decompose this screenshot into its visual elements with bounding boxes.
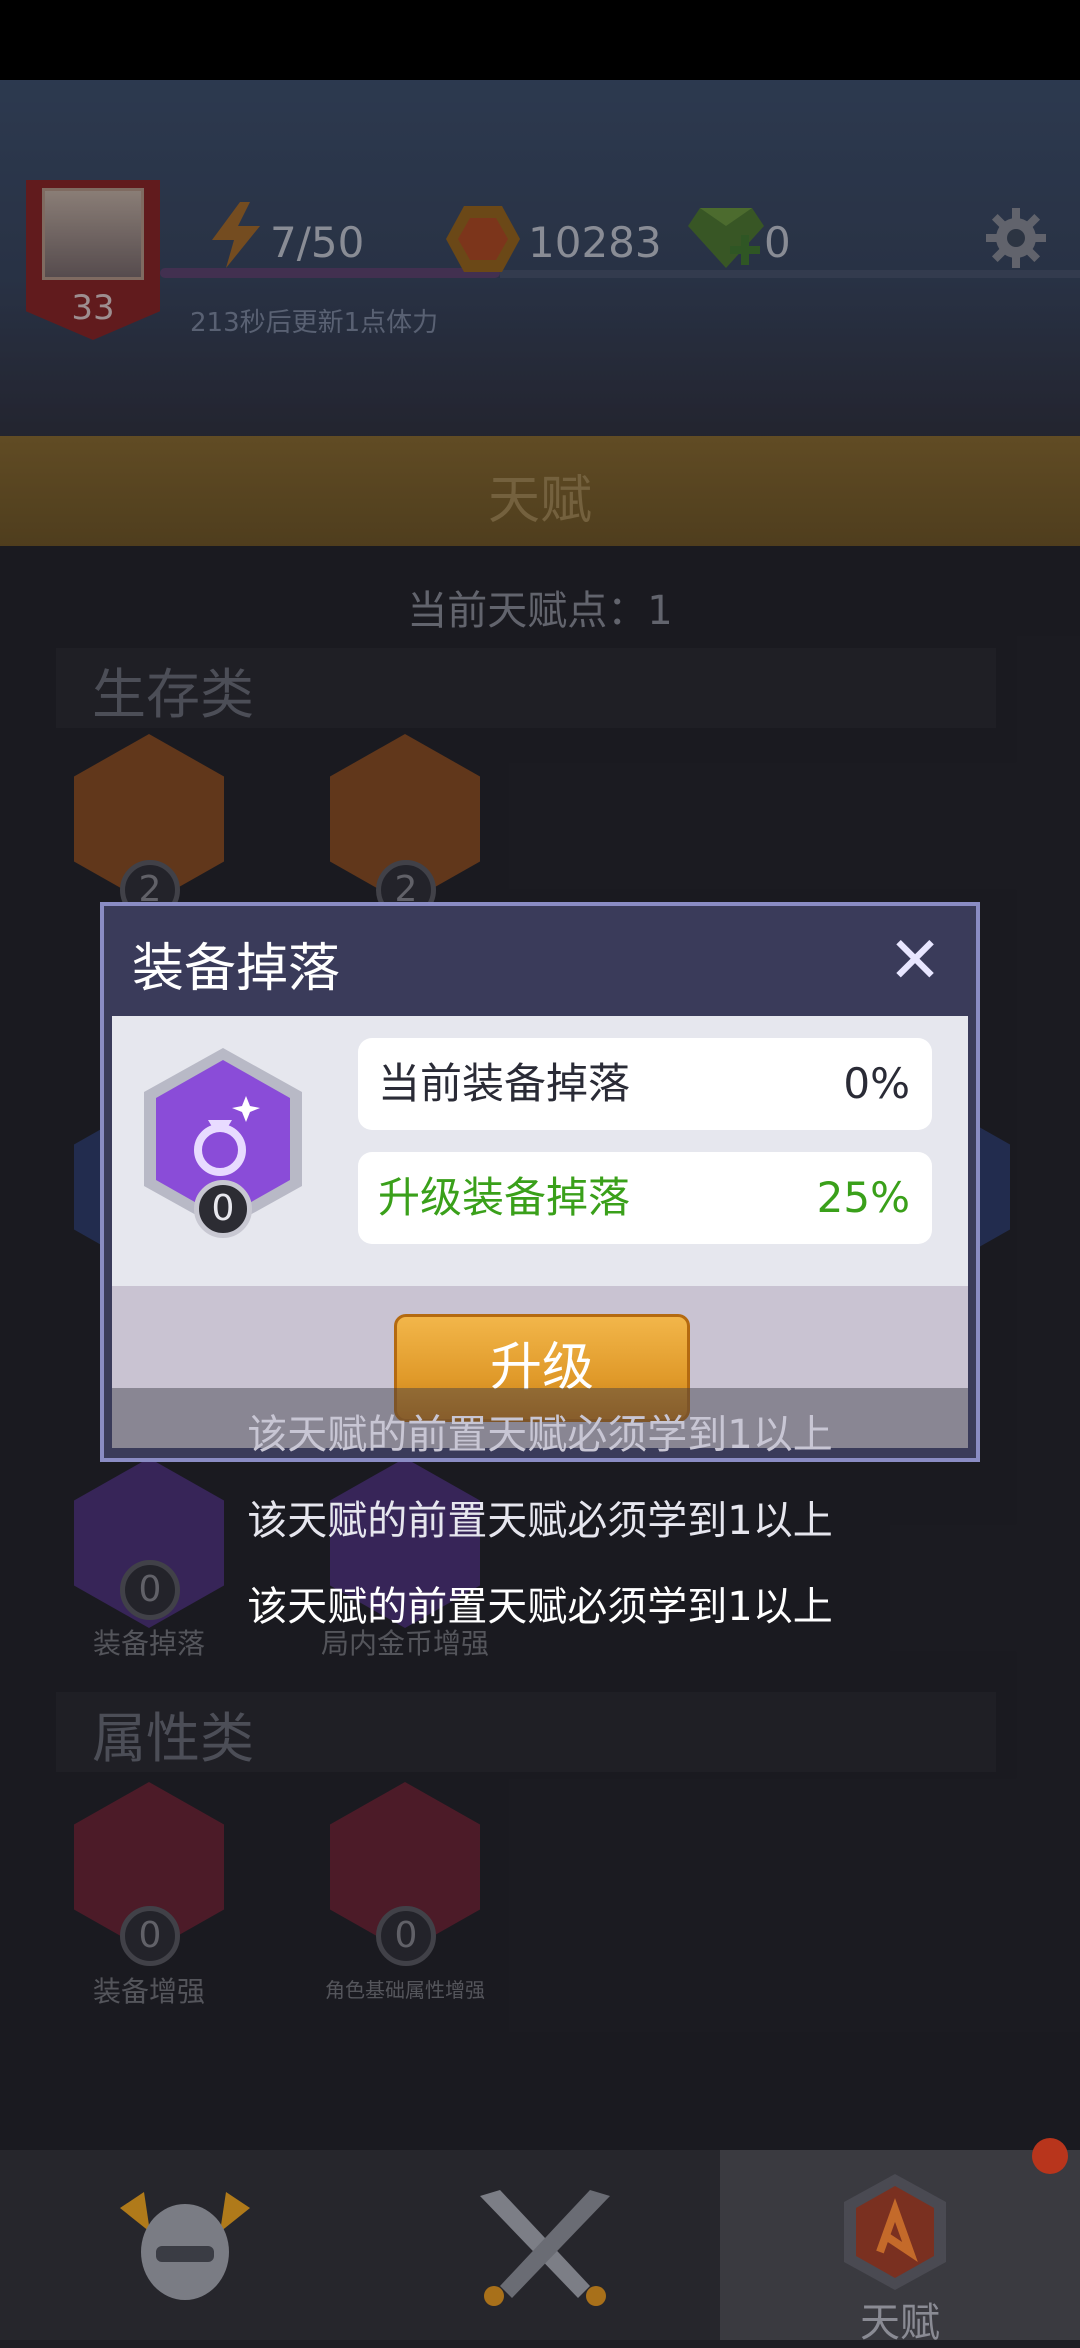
close-icon[interactable]: ✕ (880, 926, 950, 996)
current-drop-row: 当前装备掉落 0% (358, 1038, 932, 1130)
talent-tab-icon[interactable] (840, 2172, 950, 2292)
toast-message: 该天赋的前置天赋必须学到1以上 (247, 1498, 833, 1544)
upgrade-drop-value: 25% (816, 1173, 910, 1222)
toast-message: 该天赋的前置天赋必须学到1以上 (247, 1412, 833, 1458)
nav-label-talent: 天赋 (860, 2300, 940, 2346)
helmet-icon[interactable] (120, 2188, 250, 2308)
toast-message: 该天赋的前置天赋必须学到1以上 (247, 1584, 833, 1630)
upgrade-drop-label: 升级装备掉落 (378, 1173, 631, 1222)
icon-level-badge: 0 (194, 1180, 252, 1238)
crossed-swords-icon[interactable] (470, 2186, 620, 2316)
current-drop-label: 当前装备掉落 (378, 1059, 631, 1108)
upgrade-drop-row: 升级装备掉落 25% (358, 1152, 932, 1244)
dialog-title: 装备掉落 (132, 939, 341, 999)
notification-dot (1032, 2138, 1068, 2174)
status-bar (0, 0, 1080, 80)
current-drop-value: 0% (843, 1059, 910, 1108)
